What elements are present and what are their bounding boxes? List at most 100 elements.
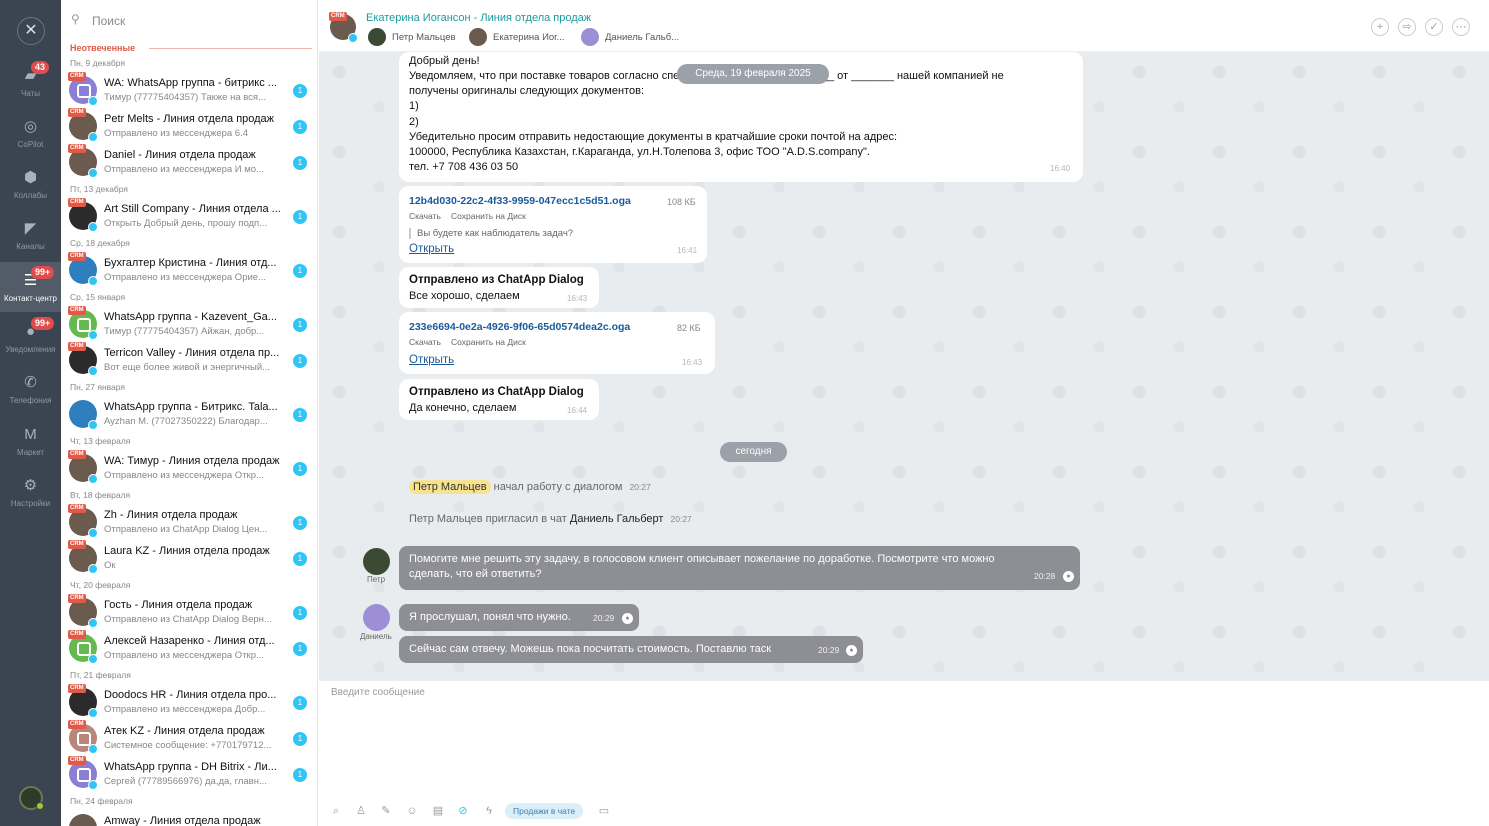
file-message: 12b4d030-22c2-4f33-9959-047ecc1c5d51.oga…: [399, 186, 707, 263]
sales-in-chat-button[interactable]: Продажи в чате: [505, 803, 584, 819]
message-time: 16:44: [567, 406, 588, 415]
invited-user-name[interactable]: Даниель Гальберт: [570, 513, 664, 525]
system-text: начал работу с диалогом: [493, 481, 623, 493]
chat-list-item[interactable]: Amway - Линия отдела продаж: [61, 810, 317, 826]
openline-icon: [88, 132, 98, 142]
chat-list-item[interactable]: CRM Art Still Company - Линия отдела ...…: [61, 198, 317, 234]
openline-icon: [88, 528, 98, 538]
participant-name: Петр Мальцев: [392, 32, 456, 43]
message-time: 16:40: [1050, 164, 1071, 173]
chat-list-item[interactable]: CRM Гость - Линия отдела продаж Отправле…: [61, 594, 317, 630]
plus-icon[interactable]: +: [1371, 18, 1389, 36]
download-link[interactable]: Скачать: [409, 211, 441, 221]
avatar[interactable]: [363, 604, 390, 631]
chat-list-item[interactable]: CRM Daniel - Линия отдела продаж Отправл…: [61, 144, 317, 180]
rail-item-copilot[interactable]: ◎ CoPilot: [0, 108, 61, 158]
rail-item-label: Чаты: [20, 89, 41, 98]
chat-list-item[interactable]: CRM WA: WhatsApp группа - битрикс ... Ти…: [61, 72, 317, 108]
rail-item-channels[interactable]: ◤ Каналы: [0, 210, 61, 260]
file-name[interactable]: 12b4d030-22c2-4f33-9959-047ecc1c5d51.oga: [409, 195, 631, 207]
calendar-icon[interactable]: ▤: [431, 804, 445, 818]
forward-icon[interactable]: ⇨: [1398, 18, 1416, 36]
rail-item-market[interactable]: M Маркет: [0, 416, 61, 466]
lock-icon: ●: [1063, 571, 1074, 582]
chat-list-item[interactable]: CRM WhatsApp группа - DH Bitrix - Ли... …: [61, 756, 317, 792]
avatar[interactable]: [363, 548, 390, 575]
search-bar[interactable]: ⚲ Поиск: [61, 0, 317, 40]
message-composer[interactable]: Введите сообщение ⌕ ♙ ✎ ☺ ▤ ⊘ ϟ Продажи …: [319, 680, 1489, 826]
chat-list-item[interactable]: CRM WA: Тимур - Линия отдела продаж Отпр…: [61, 450, 317, 486]
rail-item-contact-center[interactable]: ☰ 99+ Контакт-центр: [0, 262, 61, 312]
unread-badge: 1: [293, 768, 307, 782]
crm-badge: CRM: [68, 252, 86, 261]
rail-item-chats[interactable]: ▰ 43 Чаты: [0, 57, 61, 107]
openline-icon: [88, 168, 98, 178]
chat-title: Гость - Линия отдела продаж: [104, 599, 253, 611]
openline-icon: [88, 744, 98, 754]
file-size: 108 КБ: [667, 197, 696, 207]
file-name[interactable]: 233e6694-0e2a-4926-9f06-65d0574dea2c.oga: [409, 321, 630, 333]
edit-icon[interactable]: ✎: [379, 804, 393, 818]
crm-badge: CRM: [68, 108, 86, 117]
download-link[interactable]: Скачать: [409, 337, 441, 347]
message-input[interactable]: Введите сообщение: [331, 687, 425, 698]
chat-list-item[interactable]: CRM Zh - Линия отдела продаж Отправлено …: [61, 504, 317, 540]
save-to-disk-link[interactable]: Сохранить на Диск: [451, 337, 526, 347]
chat-title: Zh - Линия отдела продаж: [104, 509, 238, 521]
openline-icon: [88, 564, 98, 574]
smile-icon[interactable]: ☺: [405, 804, 419, 818]
rail-item-settings[interactable]: ⚙ Настройки: [0, 467, 61, 517]
date-separator: Чт, 20 февраля: [70, 580, 131, 590]
message-text: Сейчас сам отвечу. Можешь пока посчитать…: [409, 643, 772, 655]
crm-badge: CRM: [68, 342, 86, 351]
avatar: [581, 28, 599, 46]
crm-badge: CRM: [68, 594, 86, 603]
chat-header: CRM Екатерина Иогансон - Линия отдела пр…: [319, 0, 1489, 52]
message-area[interactable]: Добрый день! Уведомляем, что при поставк…: [319, 52, 1489, 680]
open-link[interactable]: Открыть: [409, 354, 454, 366]
hidden-icon[interactable]: ⊘: [456, 804, 470, 818]
rail-item-collabs[interactable]: ⬢ Коллабы: [0, 159, 61, 209]
online-status-dot: [36, 802, 44, 810]
chat-list-item[interactable]: CRM Doodocs HR - Линия отдела про... Отп…: [61, 684, 317, 720]
chat-list-item[interactable]: CRM Атек KZ - Линия отдела продаж Систем…: [61, 720, 317, 756]
message-bubble: Сейчас сам отвечу. Можешь пока посчитать…: [399, 636, 863, 663]
gear-icon: ⚙: [23, 477, 38, 494]
chat-list-item[interactable]: CRM Алексей Назаренко - Линия отд... Отп…: [61, 630, 317, 666]
chat-list-item[interactable]: CRM Terricon Valley - Линия отдела пр...…: [61, 342, 317, 378]
lightning-icon[interactable]: ϟ: [482, 804, 496, 818]
chat-title: Laura KZ - Линия отдела продаж: [104, 545, 270, 557]
attach-icon[interactable]: ⌕: [329, 804, 343, 818]
save-to-disk-link[interactable]: Сохранить на Диск: [451, 211, 526, 221]
openline-icon: [348, 33, 358, 43]
messenger-app: ✕ ▰ 43 Чаты ◎ CoPilot ⬢ Коллабы ◤ Каналы…: [0, 0, 1489, 826]
chat-title: Art Still Company - Линия отдела ...: [104, 203, 281, 215]
close-icon[interactable]: ✕: [17, 17, 45, 45]
more-icon[interactable]: ⋯: [1452, 18, 1470, 36]
sms-icon[interactable]: ▭: [597, 804, 611, 818]
rail-item-notifications[interactable]: ● 99+ Уведомления: [0, 313, 61, 363]
check-circle-icon[interactable]: ✓: [1425, 18, 1443, 36]
open-link[interactable]: Открыть: [409, 243, 454, 255]
chat-list-item[interactable]: CRM WhatsApp группа - Kazevent_Ga... Тим…: [61, 306, 317, 342]
message-header: Отправлено из ChatApp Dialog: [409, 386, 584, 398]
chat-list-item[interactable]: WhatsApp группа - Битрикс. Tala... Ayzha…: [61, 396, 317, 432]
chat-list-item[interactable]: CRM Laura KZ - Линия отдела продаж Ок 1: [61, 540, 317, 576]
openline-icon: [88, 276, 98, 286]
search-input[interactable]: Поиск: [92, 14, 125, 28]
user-tag[interactable]: Петр Мальцев: [409, 480, 491, 494]
unread-badge: 1: [293, 732, 307, 746]
chat-list-item[interactable]: CRM Бухгалтер Кристина - Линия отд... От…: [61, 252, 317, 288]
openline-icon: [88, 708, 98, 718]
chat-title: Doodocs HR - Линия отдела про...: [104, 689, 277, 701]
collab-icon: ⬢: [23, 169, 38, 186]
phone-icon: ✆: [24, 374, 37, 391]
chat-list-item[interactable]: CRM Petr Melts - Линия отдела продаж Отп…: [61, 108, 317, 144]
message-time: 20:27: [670, 514, 692, 524]
chat-preview: Тимур (77775404357) Также на вся...: [104, 92, 266, 103]
openline-icon: [88, 654, 98, 664]
user-icon[interactable]: ♙: [354, 804, 368, 818]
rail-item-telephony[interactable]: ✆ Телефония: [0, 364, 61, 414]
avatar: [69, 814, 97, 826]
chat-title[interactable]: Екатерина Иогансон - Линия отдела продаж: [366, 12, 591, 24]
